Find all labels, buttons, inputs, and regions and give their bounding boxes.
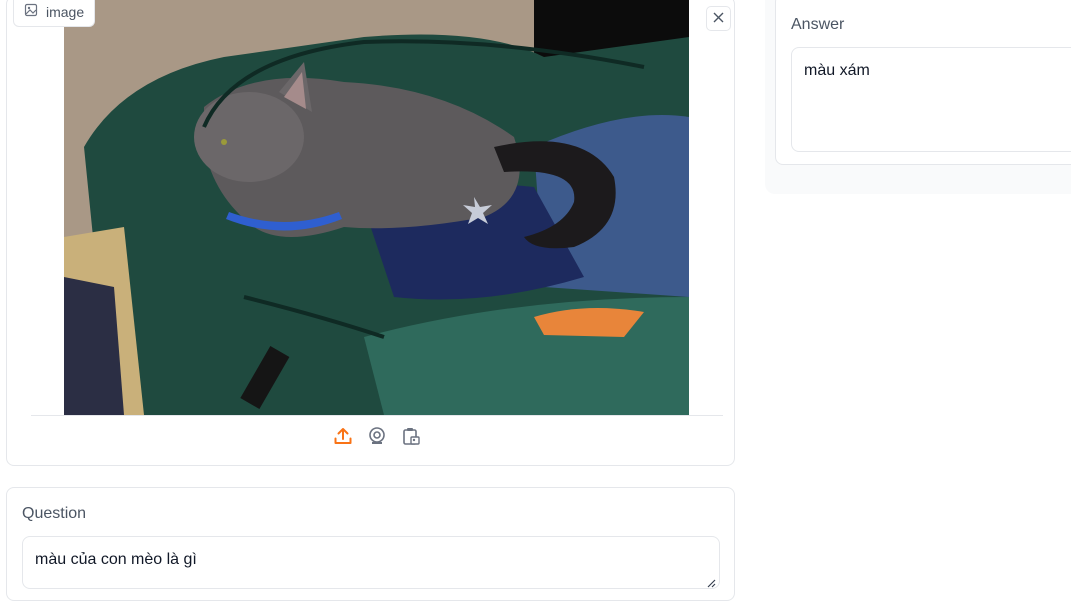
question-input-value: màu của con mèo là gì [35,551,197,568]
question-input[interactable]: màu của con mèo là gì [22,536,720,589]
close-icon [713,10,724,28]
resize-handle-icon[interactable] [706,575,716,588]
image-input-panel: image [6,0,735,466]
webcam-button[interactable] [366,426,388,451]
answer-output[interactable]: màu xám [791,47,1071,152]
answer-output-value: màu xám [804,62,870,79]
clear-image-button[interactable] [706,6,731,31]
question-label: Question [22,505,87,522]
question-panel: Question màu của con mèo là gì [6,487,735,601]
webcam-icon [367,426,387,451]
image-source-toolbar [332,426,422,451]
image-label-text: image [46,3,85,20]
answer-panel: Answer màu xám [775,0,1071,165]
answer-label: Answer [791,16,845,33]
image-label-tab: image [13,0,96,27]
uploaded-image [64,0,689,415]
upload-icon [333,426,353,451]
paste-from-clipboard-button[interactable] [400,427,422,449]
upload-button[interactable] [332,427,354,449]
image-icon [24,3,38,20]
image-toolbar-divider [31,415,723,416]
clipboard-icon [401,426,421,451]
